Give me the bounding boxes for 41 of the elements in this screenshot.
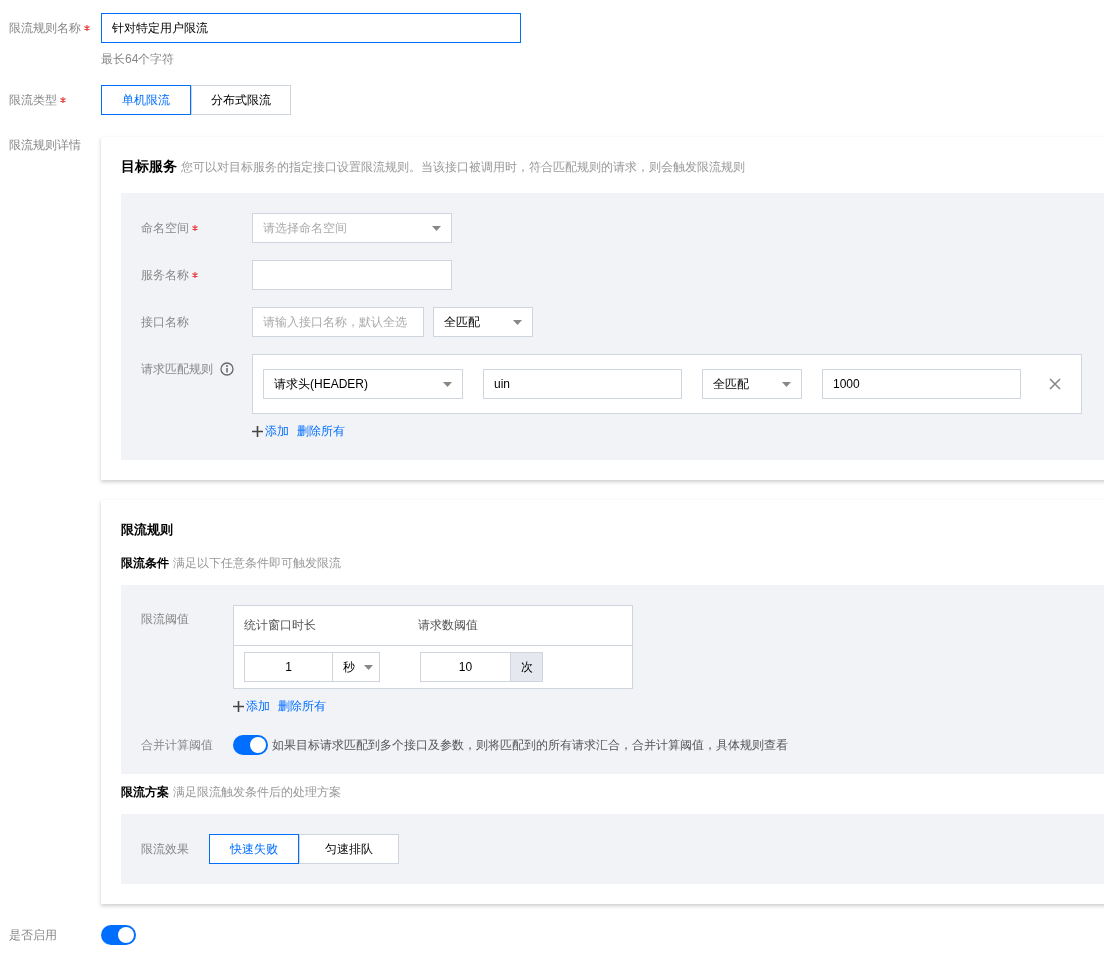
field-label: 命名空间 — [141, 219, 189, 237]
segment-button[interactable]: 分布式限流 — [191, 85, 291, 115]
unit-addon: 次 — [511, 652, 543, 682]
toggle-description: 如果目标请求匹配到多个接口及参数，则将匹配到的所有请求汇合，合并计算阈值，具体规则查看 — [272, 736, 788, 754]
select-dropdown[interactable]: 秒 — [333, 652, 380, 682]
input-field[interactable]: 请输入接口名称，默认全选 — [252, 307, 424, 337]
segment-button[interactable]: 快速失败 — [209, 834, 299, 864]
segment-button[interactable]: 匀速排队 — [299, 834, 399, 864]
section-title: 限流方案 — [121, 784, 169, 801]
add-link[interactable]: 添加 — [252, 424, 289, 438]
input-field[interactable]: 1000 — [822, 369, 1021, 399]
select-dropdown[interactable]: 全匹配 — [433, 307, 533, 337]
hint-text: 最长64个字符 — [101, 51, 176, 67]
input-field[interactable]: 10 — [420, 652, 511, 682]
delete-all-link[interactable]: 删除所有 — [278, 699, 326, 713]
field-label: 请求匹配规则 — [141, 360, 213, 378]
field-label: 合并计算阈值 — [141, 736, 213, 754]
field-label: 限流类型 — [9, 91, 57, 109]
section-description: 满足以下任意条件即可触发限流 — [173, 555, 341, 572]
name-input-field[interactable]: 针对特定用户限流 — [101, 13, 521, 43]
add-link[interactable]: 添加 — [233, 699, 270, 713]
section-title: 限流条件 — [121, 555, 169, 572]
field-label: 限流规则详情 — [9, 136, 81, 154]
select-dropdown[interactable]: 全匹配 — [702, 369, 802, 399]
card-title: 限流规则 — [121, 521, 174, 539]
field-label: 限流阈值 — [141, 610, 189, 628]
column-header: 统计窗口时长 — [244, 617, 317, 634]
delete-all-link[interactable]: 删除所有 — [297, 424, 345, 438]
section-title: 目标服务 — [121, 158, 177, 176]
section-description: 您可以对目标服务的指定接口设置限流规则。当该接口被调用时，符合匹配规则的请求，则会触发限流规则 — [181, 159, 745, 176]
select-dropdown[interactable]: 请求头(HEADER) — [263, 369, 463, 399]
field-label: 服务名称 — [141, 266, 189, 284]
field-label: 接口名称 — [141, 313, 189, 331]
section-description: 满足限流触发条件后的处理方案 — [173, 784, 341, 801]
segment-button[interactable]: 单机限流 — [101, 85, 191, 115]
field-label: 限流效果 — [141, 840, 189, 858]
input-field[interactable]: uin — [483, 369, 682, 399]
field-label: 限流规则名称 — [9, 19, 81, 37]
input-field[interactable]: 1 — [244, 652, 333, 682]
column-header: 请求数阈值 — [418, 617, 479, 634]
field-label: 是否启用 — [9, 926, 57, 944]
